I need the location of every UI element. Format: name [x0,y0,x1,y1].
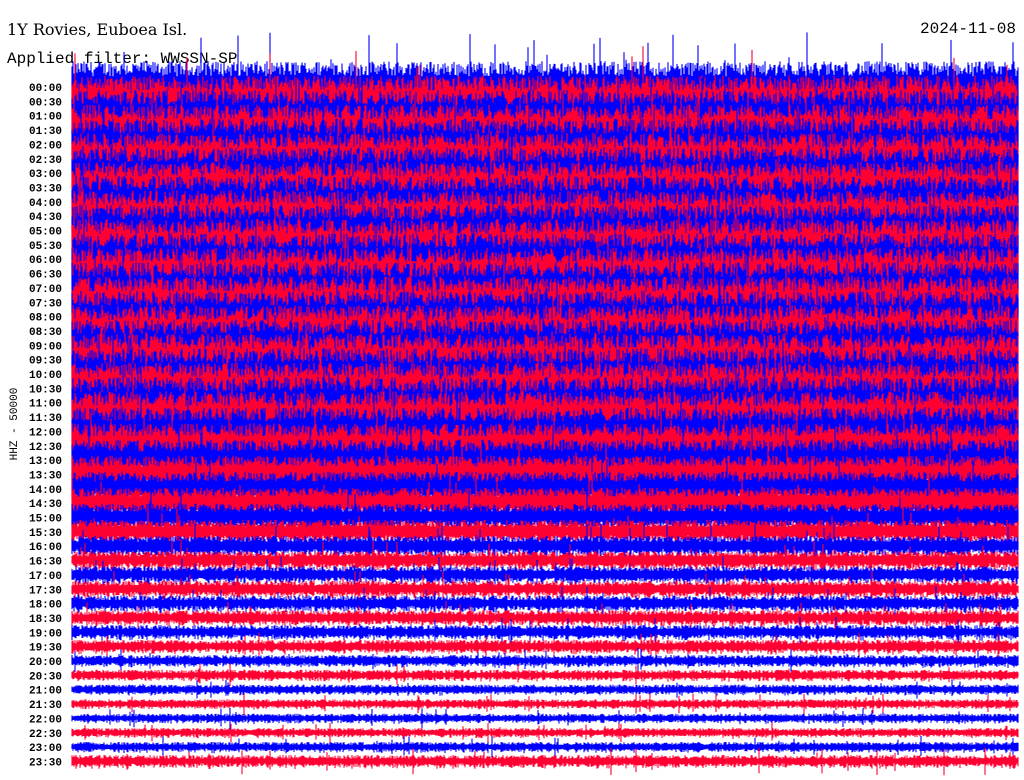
row-time-label: 17:00 [29,571,62,583]
row-time-label: 11:30 [29,413,62,425]
row-time-label: 18:30 [29,614,62,626]
row-time-label: 04:00 [29,198,62,210]
row-time-label: 14:30 [29,499,62,511]
row-time-label: 02:30 [29,155,62,167]
row-time-label: 08:00 [29,313,62,325]
row-time-label: 03:30 [29,183,62,195]
row-time-label: 21:30 [29,700,62,712]
row-time-label: 06:30 [29,270,62,282]
trace-2000 [71,647,1019,674]
row-time-label: 18:00 [29,600,62,612]
row-time-label: 08:30 [29,327,62,339]
row-time-label: 04:30 [29,212,62,224]
row-time-label: 07:30 [29,298,62,310]
row-time-label: 20:00 [29,657,62,669]
row-time-label: 19:30 [29,643,62,655]
row-time-label: 03:00 [29,169,62,181]
row-time-label: 23:00 [29,743,62,755]
row-time-label: 12:00 [29,427,62,439]
trace-2200 [71,708,1019,730]
row-time-label: 22:30 [29,729,62,741]
row-time-label: 09:30 [29,356,62,368]
row-time-label: 02:00 [29,140,62,152]
row-time-label: 12:30 [29,442,62,454]
row-time-label: 09:00 [29,341,62,353]
row-time-label: 15:00 [29,514,62,526]
trace-2230 [71,722,1019,744]
row-time-label: 19:00 [29,628,62,640]
row-time-label: 05:00 [29,227,62,239]
row-time-label: 06:00 [29,255,62,267]
row-time-label: 10:30 [29,384,62,396]
helicorder-plot: 00:00 00:30 01:00 01:30 02:00 02:30 03:00 03:30… [29,32,1019,776]
row-time-label: 11:00 [29,399,62,411]
row-time-label: 15:30 [29,528,62,540]
trace-2100 [71,679,1019,699]
row-time-label: 13:30 [29,470,62,482]
row-time-label: 00:00 [29,83,62,95]
row-time-label: 16:00 [29,542,62,554]
row-time-label: 00:30 [29,97,62,109]
row-time-label: 20:30 [29,671,62,683]
trace-2300 [71,736,1019,758]
trace-2030 [71,663,1019,687]
row-time-label: 01:30 [29,126,62,138]
row-time-label: 16:30 [29,557,62,569]
trace-2130 [71,693,1019,716]
row-time-label: 07:00 [29,284,62,296]
row-time-label: 23:30 [29,757,62,769]
row-time-label: 05:30 [29,241,62,253]
row-time-label: 14:00 [29,485,62,497]
row-time-label: 22:00 [29,714,62,726]
row-time-label: 17:30 [29,585,62,597]
row-time-label: 10:00 [29,370,62,382]
row-time-label: 21:00 [29,686,62,698]
row-time-label: 13:00 [29,456,62,468]
row-time-label: 01:00 [29,112,62,124]
